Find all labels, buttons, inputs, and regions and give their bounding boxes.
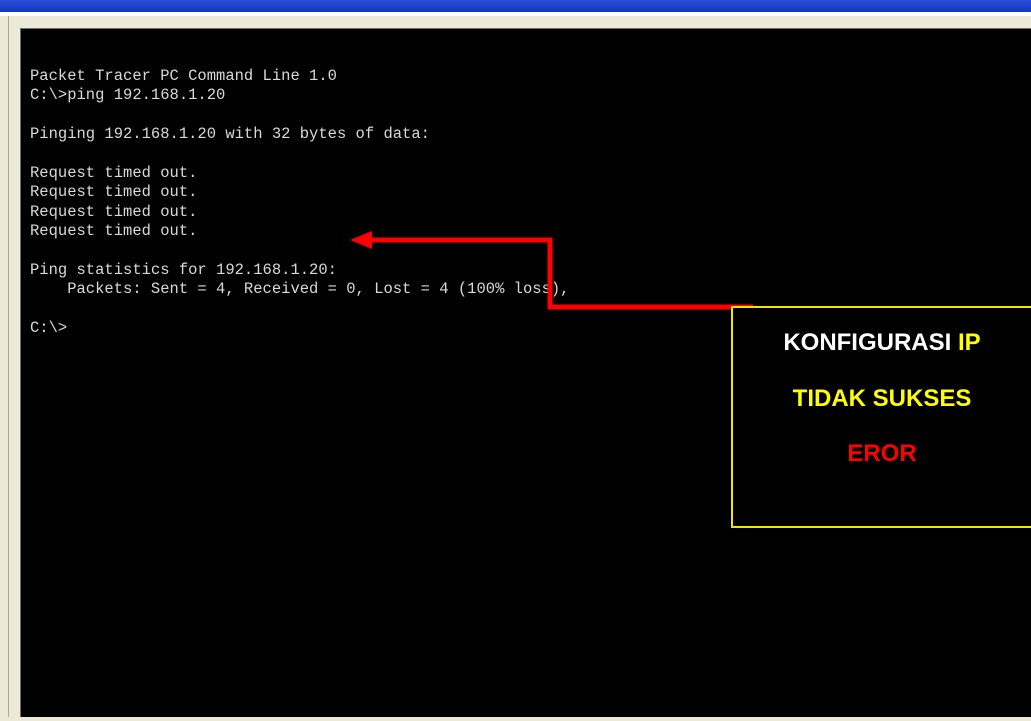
- console-prompt-line: C:\>: [30, 319, 68, 338]
- console-line: Request timed out.: [30, 202, 198, 221]
- console-output: Packet Tracer PC Command Line 1.0 C:\>pin…: [30, 67, 570, 338]
- window-left-border: [0, 16, 9, 721]
- error-callout-box: KONFIGURASI IP TIDAK SUKSES EROR: [731, 306, 1031, 528]
- callout-status-text: TIDAK SUKSES: [792, 385, 972, 412]
- console-line: Request timed out.: [30, 222, 198, 241]
- callout-konfigurasi-text: KONFIGURASI: [783, 329, 958, 356]
- console-line: Request timed out.: [30, 183, 198, 202]
- console-line: C:\>ping 192.168.1.20: [30, 86, 226, 105]
- console-line: Request timed out.: [30, 163, 198, 182]
- callout-ip-text: IP: [957, 329, 981, 356]
- console-line: Packet Tracer PC Command Line 1.0: [30, 67, 337, 85]
- console-line: Packets: Sent = 4, Received = 0, Lost = …: [30, 280, 570, 299]
- callout-title: KONFIGURASI IP: [733, 328, 1031, 358]
- window-bottom-border: [0, 717, 1031, 721]
- console-line: Ping statistics for 192.168.1.20:: [30, 260, 337, 279]
- window-title-bar[interactable]: [0, 0, 1031, 12]
- callout-error-text: EROR: [847, 440, 917, 467]
- packet-tracer-command-prompt-window: Packet Tracer PC Command Line 1.0 C:\>pin…: [0, 0, 1031, 721]
- console-line: Pinging 192.168.1.20 with 32 bytes of da…: [30, 125, 430, 144]
- title-bar-edge: [0, 12, 1031, 16]
